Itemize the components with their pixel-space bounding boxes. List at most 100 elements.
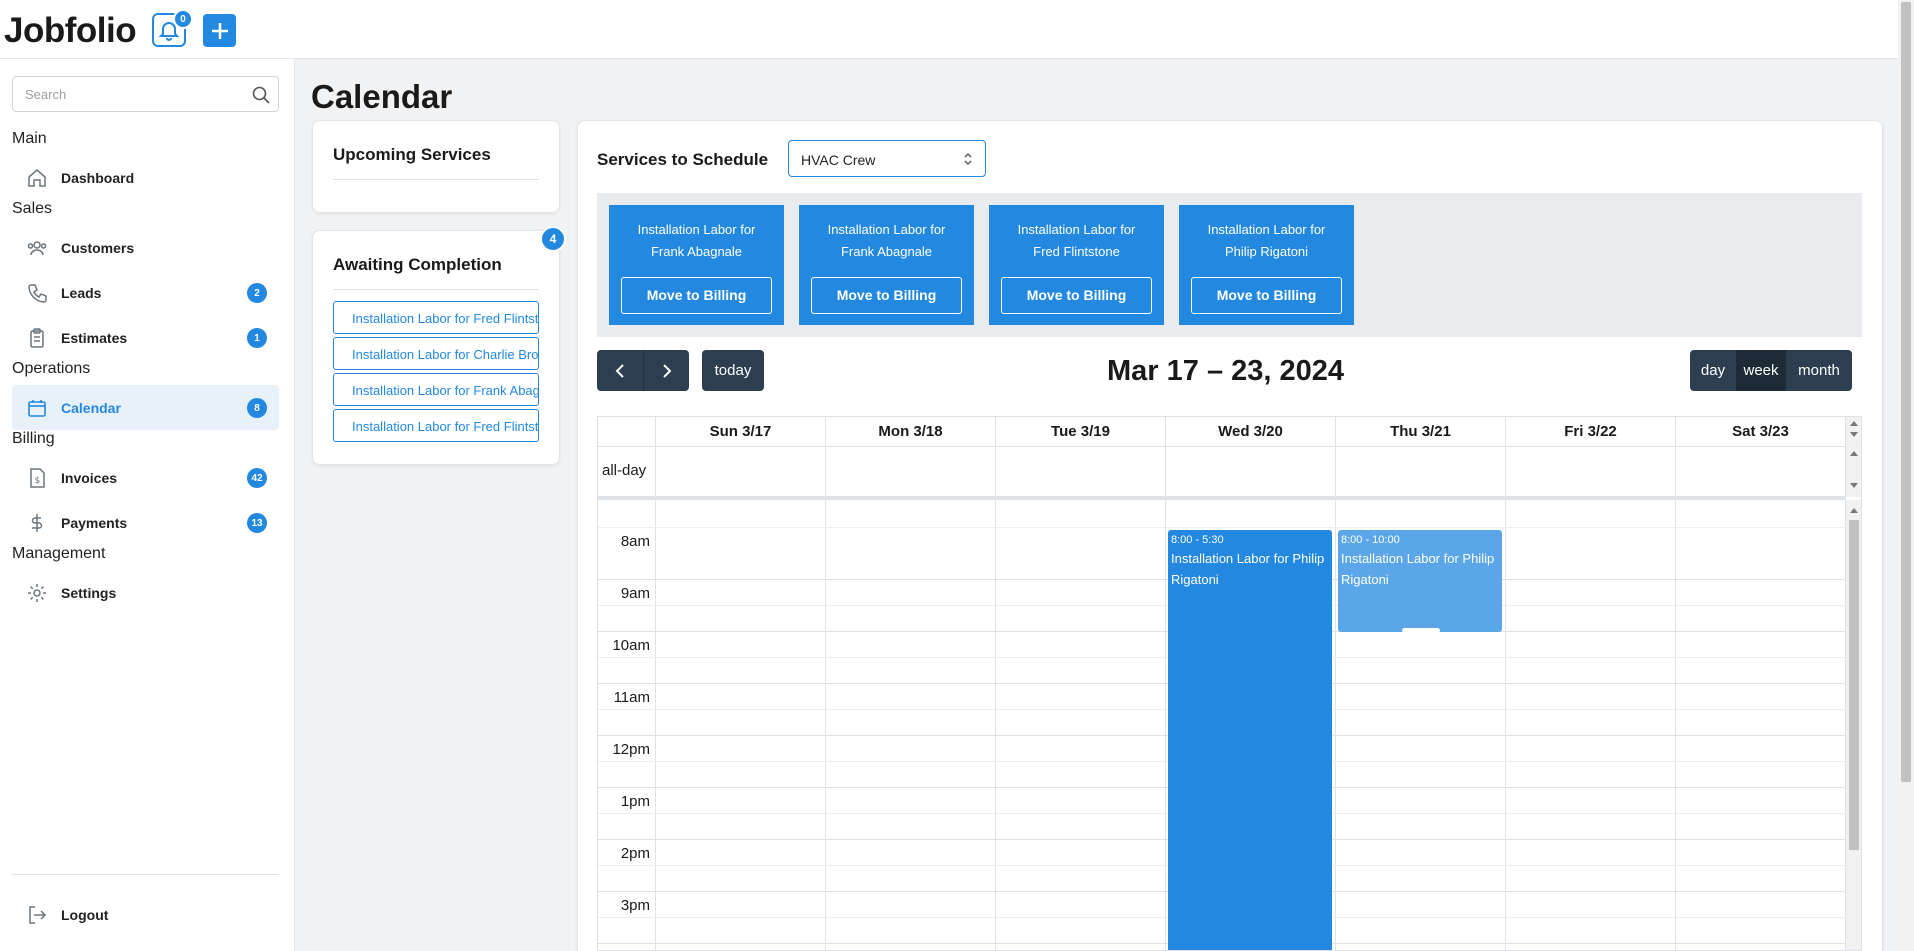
scroll-up-arrow[interactable] <box>1850 421 1858 426</box>
brand-logo[interactable]: Jobfolio <box>4 11 137 51</box>
timegrid-scrollbar[interactable] <box>1846 500 1861 950</box>
service-card-text: Installation Labor for Philip Rigatoni <box>1207 222 1326 259</box>
invoice-icon: $ <box>25 466 49 490</box>
move-to-billing-button[interactable]: Move to Billing <box>621 277 772 314</box>
sidebar-item-payments[interactable]: Payments 13 <box>12 500 279 545</box>
phone-icon <box>25 281 49 305</box>
week-calendar: Sun 3/17 Mon 3/18 Tue 3/19 Wed 3/20 Thu … <box>597 416 1862 951</box>
day-header[interactable]: Sun 3/17 <box>656 417 826 447</box>
day-column-line <box>1335 417 1336 950</box>
move-to-billing-button[interactable]: Move to Billing <box>1001 277 1152 314</box>
upcoming-services-title: Upcoming Services <box>333 145 491 164</box>
clipboard-icon <box>25 326 49 350</box>
sidebar-item-dashboard[interactable]: Dashboard <box>12 155 279 200</box>
today-group: today <box>702 350 764 391</box>
section-label-operations: Operations <box>12 360 91 377</box>
gutter-line <box>655 417 656 950</box>
time-label: 9am <box>620 585 650 602</box>
day-header[interactable]: Mon 3/18 <box>826 417 996 447</box>
crew-select[interactable]: HVAC Crew <box>788 140 986 177</box>
users-icon <box>25 236 49 260</box>
services-to-schedule-label: Services to Schedule <box>597 150 769 169</box>
scroll-down-arrow[interactable] <box>1850 432 1858 437</box>
service-card-text: Installation Labor for Fred Flintstone <box>1017 222 1136 259</box>
awaiting-item[interactable]: Installation Labor for Frank Abagnale <box>333 373 539 406</box>
sidebar-item-label: Invoices <box>61 470 118 486</box>
day-header[interactable]: Tue 3/19 <box>996 417 1166 447</box>
svg-text:$: $ <box>35 476 41 486</box>
logout-button[interactable]: Logout <box>12 892 279 937</box>
day-header[interactable]: Sat 3/23 <box>1676 417 1846 447</box>
section-label-sales: Sales <box>12 200 53 217</box>
service-card[interactable]: Installation Labor for Frank Abagnale Mov… <box>799 205 974 325</box>
all-day-label: all-day <box>602 462 647 479</box>
prev-week-button[interactable] <box>597 350 643 391</box>
day-column-line <box>1165 417 1166 950</box>
prev-next-group <box>597 350 689 391</box>
sidebar: Main Dashboard Sales Customers Leads 2 E… <box>0 59 295 951</box>
day-header[interactable]: Thu 3/21 <box>1336 417 1506 447</box>
calendar-count-badge: 8 <box>247 398 267 418</box>
scroll-up-arrow[interactable] <box>1850 451 1858 456</box>
move-to-billing-button[interactable]: Move to Billing <box>811 277 962 314</box>
view-switcher: day week month <box>1690 350 1852 391</box>
timegrid-scrollbar-thumb[interactable] <box>1849 520 1859 850</box>
day-header[interactable]: Wed 3/20 <box>1166 417 1336 447</box>
sidebar-item-estimates[interactable]: Estimates 1 <box>12 315 279 360</box>
estimates-count-badge: 1 <box>247 328 267 348</box>
upcoming-services-card: Upcoming Services <box>312 120 560 213</box>
select-chevron-icon <box>964 153 972 165</box>
service-card[interactable]: Installation Labor for Fred Flintstone Mo… <box>989 205 1164 325</box>
add-new-button[interactable] <box>203 14 236 47</box>
search-icon[interactable] <box>251 85 271 105</box>
sidebar-item-label: Calendar <box>61 400 121 416</box>
scroll-up-arrow[interactable] <box>1850 508 1858 513</box>
sidebar-item-leads[interactable]: Leads 2 <box>12 270 279 315</box>
awaiting-completion-card: Awaiting Completion Installation Labor f… <box>312 230 560 465</box>
day-header[interactable]: Fri 3/22 <box>1506 417 1676 447</box>
chevron-right-icon <box>662 363 671 378</box>
time-label: 11am <box>613 689 650 706</box>
awaiting-item[interactable]: Installation Labor for Charlie Brown <box>333 337 539 370</box>
search-box <box>12 76 279 112</box>
awaiting-count-badge: 4 <box>540 226 566 252</box>
invoices-count-badge: 42 <box>247 468 267 488</box>
service-card[interactable]: Installation Labor for Frank Abagnale Mov… <box>609 205 784 325</box>
plus-icon <box>211 22 228 39</box>
top-bar: Jobfolio 0 <box>0 0 1898 59</box>
sidebar-item-settings[interactable]: Settings <box>12 570 279 615</box>
service-card[interactable]: Installation Labor for Philip Rigatoni Mo… <box>1179 205 1354 325</box>
view-week-button[interactable]: week <box>1736 350 1786 391</box>
event-time: 8:00 - 5:30 <box>1171 534 1224 546</box>
search-input[interactable] <box>13 77 233 111</box>
view-day-button[interactable]: day <box>1690 350 1736 391</box>
move-to-billing-button[interactable]: Move to Billing <box>1191 277 1342 314</box>
sidebar-item-label: Payments <box>61 515 128 531</box>
awaiting-item[interactable]: Installation Labor for Fred Flintstone <box>333 409 539 442</box>
awaiting-item[interactable]: Installation Labor for Fred Flintstone <box>333 301 539 334</box>
allday-scrollbar[interactable] <box>1846 417 1861 497</box>
notification-count-badge: 0 <box>173 9 193 29</box>
calendar-event[interactable]: 8:00 - 10:00 Installation Labor for Phil… <box>1338 530 1502 633</box>
page-scrollbar[interactable] <box>1898 0 1914 951</box>
view-month-button[interactable]: month <box>1786 350 1852 391</box>
time-label: 8am <box>620 533 650 550</box>
page-scrollbar-thumb[interactable] <box>1901 2 1911 782</box>
sidebar-item-invoices[interactable]: $ Invoices 42 <box>12 455 279 500</box>
calendar-event[interactable]: 8:00 - 5:30 Installation Labor for Phili… <box>1168 530 1332 950</box>
scroll-down-arrow[interactable] <box>1850 483 1858 488</box>
time-label: 10am <box>612 637 650 654</box>
logout-label: Logout <box>61 907 109 923</box>
today-button[interactable]: today <box>702 350 764 391</box>
sidebar-item-label: Dashboard <box>61 170 135 186</box>
time-gutter-header <box>598 417 656 447</box>
sidebar-item-calendar[interactable]: Calendar 8 <box>12 385 279 430</box>
sidebar-item-label: Settings <box>61 585 117 601</box>
sidebar-item-label: Customers <box>61 240 135 256</box>
section-label-main: Main <box>12 130 47 147</box>
service-card-text: Installation Labor for Frank Abagnale <box>827 222 946 259</box>
event-resize-handle[interactable] <box>1402 628 1440 633</box>
sidebar-item-customers[interactable]: Customers <box>12 225 279 270</box>
next-week-button[interactable] <box>643 350 689 391</box>
card-divider <box>333 289 539 290</box>
